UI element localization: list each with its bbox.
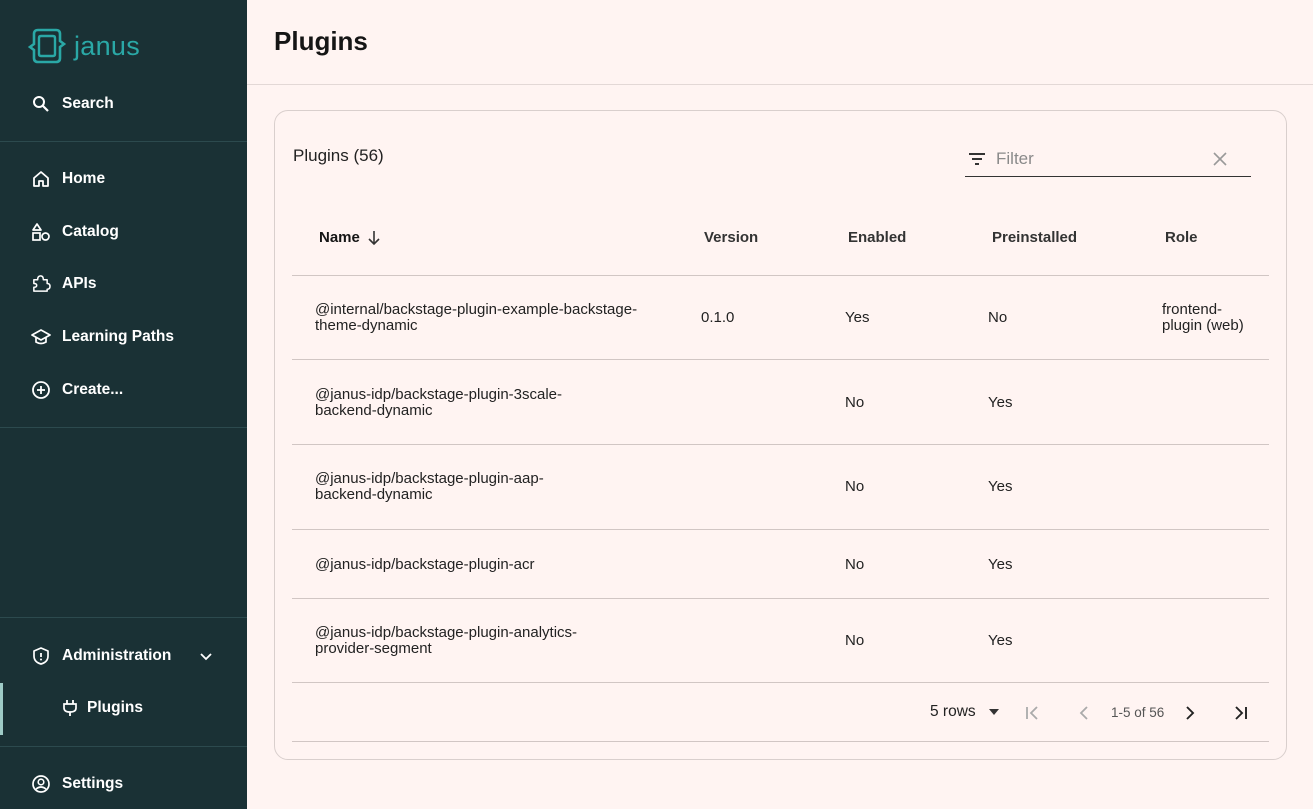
- page-header: Plugins: [247, 0, 1313, 85]
- cell-name: @janus-idp/backstage-plugin-acr: [315, 556, 535, 573]
- arrow-down-icon: [367, 230, 381, 246]
- plug-icon: [60, 698, 80, 718]
- filter-icon: [967, 149, 987, 169]
- sidebar-item-search[interactable]: Search: [0, 82, 247, 126]
- cell-enabled: Yes: [845, 309, 870, 326]
- sidebar-item-label: Home: [62, 170, 106, 187]
- column-header-role[interactable]: Role: [1165, 229, 1198, 246]
- next-page-button[interactable]: [1178, 701, 1202, 725]
- filter-field: [965, 141, 1251, 177]
- dropdown-arrow-icon: [988, 708, 1000, 716]
- rows-per-page-value: 5 rows: [930, 703, 976, 720]
- rows-per-page-select[interactable]: 5 rows: [930, 703, 1000, 721]
- sidebar-item-label: Learning Paths: [62, 328, 174, 345]
- sidebar-item-apis[interactable]: APIs: [0, 262, 247, 306]
- sidebar-item-label: APIs: [62, 275, 97, 292]
- add-circle-icon: [31, 380, 51, 400]
- cell-enabled: No: [845, 394, 865, 411]
- cell-preinstalled: Yes: [988, 632, 1013, 649]
- column-header-name[interactable]: Name: [319, 229, 381, 246]
- sidebar-item-plugins[interactable]: Plugins: [0, 683, 247, 733]
- chevron-left-icon: [1079, 706, 1088, 720]
- home-icon: [31, 169, 51, 189]
- table-row[interactable]: @internal/backstage-plugin-example-backs…: [292, 276, 1269, 360]
- first-page-button[interactable]: [1020, 701, 1044, 725]
- table-title: Plugins (56): [293, 146, 384, 165]
- sidebar: janus Search Home Catalog APIs Learning …: [0, 0, 247, 809]
- column-header-preinstalled[interactable]: Preinstalled: [992, 229, 1077, 246]
- column-header-enabled[interactable]: Enabled: [848, 229, 906, 246]
- column-header-version[interactable]: Version: [704, 229, 758, 246]
- cell-name: @janus-idp/backstage-plugin-analytics-pr…: [315, 624, 578, 657]
- last-page-icon: [1235, 706, 1247, 720]
- sidebar-item-administration[interactable]: Administration: [0, 634, 247, 678]
- sidebar-item-label: Search: [62, 95, 114, 112]
- sidebar-item-settings[interactable]: Settings: [0, 762, 247, 806]
- catalog-icon: [31, 222, 51, 242]
- cell-preinstalled: No: [988, 309, 1008, 326]
- column-header-label: Version: [704, 229, 759, 246]
- table-row[interactable]: @janus-idp/backstage-plugin-analytics-pr…: [292, 599, 1269, 683]
- sidebar-item-label: Plugins: [87, 699, 143, 716]
- close-icon[interactable]: [1210, 149, 1230, 169]
- shield-icon: [31, 646, 51, 666]
- logo-icon: [27, 28, 66, 64]
- cell-preinstalled: Yes: [988, 394, 1013, 411]
- column-header-label: Enabled: [848, 229, 907, 246]
- page-range: 1-5 of 56: [1111, 705, 1165, 720]
- cell-enabled: No: [845, 556, 865, 573]
- sidebar-divider: [0, 746, 247, 747]
- last-page-button[interactable]: [1229, 701, 1253, 725]
- school-icon: [31, 327, 51, 347]
- sidebar-item-home[interactable]: Home: [0, 157, 247, 201]
- table-row[interactable]: @janus-idp/backstage-plugin-acr No Yes: [292, 530, 1269, 599]
- sidebar-item-label: Catalog: [62, 223, 119, 240]
- account-circle-icon: [31, 774, 51, 794]
- cell-name: @janus-idp/backstage-plugin-3scale-backe…: [315, 386, 563, 419]
- chevron-right-icon: [1186, 706, 1195, 720]
- sidebar-item-create[interactable]: Create...: [0, 368, 247, 412]
- cell-enabled: No: [845, 478, 865, 495]
- sidebar-item-learning-paths[interactable]: Learning Paths: [0, 315, 247, 359]
- previous-page-button[interactable]: [1072, 701, 1096, 725]
- column-header-label: Role: [1165, 229, 1198, 246]
- cell-name: @janus-idp/backstage-plugin-aap-backend-…: [315, 470, 544, 503]
- sidebar-item-catalog[interactable]: Catalog: [0, 210, 247, 254]
- cell-preinstalled: Yes: [988, 556, 1013, 573]
- plugins-table-card: Plugins (56) Name Version Enabled Preins…: [274, 110, 1287, 760]
- sidebar-divider: [0, 141, 247, 142]
- sidebar-item-label: Settings: [62, 775, 124, 792]
- search-icon: [31, 94, 51, 114]
- column-header-label: Name: [319, 229, 360, 246]
- cell-role: frontend-plugin (web): [1162, 301, 1244, 334]
- sidebar-item-label: Administration: [62, 647, 172, 664]
- pagination: 5 rows 1-5 of 56: [292, 683, 1269, 742]
- sidebar-divider: [0, 617, 247, 618]
- cell-name: @internal/backstage-plugin-example-backs…: [315, 301, 638, 334]
- first-page-icon: [1026, 706, 1038, 720]
- page-title: Plugins: [274, 26, 368, 56]
- cell-preinstalled: Yes: [988, 478, 1013, 495]
- sidebar-divider: [0, 427, 247, 428]
- filter-input[interactable]: [996, 148, 1206, 169]
- column-header-label: Preinstalled: [992, 229, 1078, 246]
- chevron-down-icon[interactable]: [198, 648, 214, 669]
- janus-logo[interactable]: janus: [26, 26, 140, 66]
- table-row[interactable]: @janus-idp/backstage-plugin-aap-backend-…: [292, 445, 1269, 530]
- table-row[interactable]: @janus-idp/backstage-plugin-3scale-backe…: [292, 360, 1269, 445]
- cell-enabled: No: [845, 632, 865, 649]
- logo-text: janus: [74, 30, 141, 61]
- puzzle-icon: [31, 274, 51, 294]
- cell-version: 0.1.0: [701, 309, 735, 326]
- sidebar-item-label: Create...: [62, 381, 124, 398]
